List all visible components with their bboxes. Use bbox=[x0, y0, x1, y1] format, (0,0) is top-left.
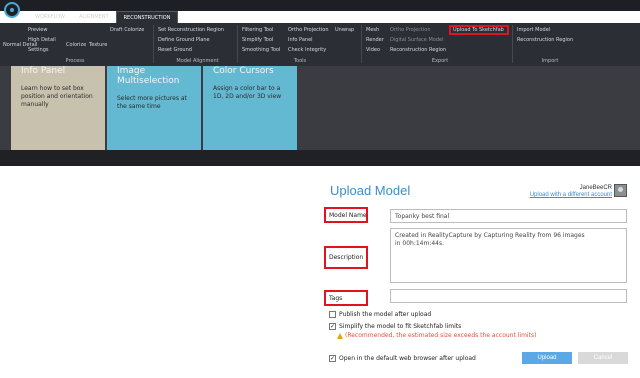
draft-colorize-button[interactable]: Draft Colorize bbox=[110, 27, 144, 33]
define-ground-plane-button[interactable]: Define Ground Plane bbox=[158, 37, 210, 43]
group-process-label: Process bbox=[65, 58, 85, 64]
render-button[interactable]: Render bbox=[366, 37, 384, 43]
check-integrity-button[interactable]: Check Integrity bbox=[288, 47, 326, 53]
group-model-alignment-label: Model Alignment bbox=[176, 58, 219, 64]
unwrap-button[interactable]: Unwrap bbox=[335, 27, 354, 33]
tip-card-description: Select more pictures at the same time bbox=[117, 95, 187, 110]
description-textarea[interactable]: Created in RealityCapture by Capturing R… bbox=[390, 228, 627, 283]
set-reconstruction-region-button[interactable]: Set Reconstruction Region bbox=[158, 27, 224, 33]
reset-ground-button[interactable]: Reset Ground bbox=[158, 47, 192, 53]
workspace-footer bbox=[0, 150, 640, 166]
normal-detail-button[interactable]: Normal Detail bbox=[3, 42, 37, 48]
tab-bar: WORKFLOW ALIGNMENT RECONSTRUCTION bbox=[28, 11, 179, 23]
import-model-button[interactable]: Import Model bbox=[517, 27, 550, 33]
warning-icon bbox=[337, 333, 343, 339]
cancel-button[interactable]: Cancel bbox=[578, 352, 628, 364]
tip-card-color-cursors[interactable]: Color Cursors Assign a color bar to a 1D… bbox=[203, 66, 297, 150]
ortho-projection-button[interactable]: Ortho Projection bbox=[288, 27, 329, 33]
preview-button[interactable]: Preview bbox=[28, 27, 47, 33]
different-account-link[interactable]: Upload with a different account bbox=[530, 192, 612, 198]
model-name-label: Model Name bbox=[329, 212, 367, 219]
simplify-tool-button[interactable]: Simplify Tool bbox=[242, 37, 273, 43]
ribbon: Normal Detail Preview High Detail Settin… bbox=[0, 23, 640, 66]
tip-card-image-multiselection[interactable]: Image Multiselection Select more picture… bbox=[107, 66, 201, 150]
reconstruction-region-import-button[interactable]: Reconstruction Region bbox=[517, 37, 573, 43]
open-browser-label: Open in the default web browser after up… bbox=[339, 355, 476, 362]
model-name-input[interactable]: Topanky best final bbox=[390, 209, 627, 223]
tip-card-info-panel[interactable]: Info Panel Learn how to set box position… bbox=[11, 66, 105, 150]
group-export-label: Export bbox=[431, 58, 449, 64]
tab-workflow[interactable]: WORKFLOW bbox=[28, 11, 72, 23]
dialog-title: Upload Model bbox=[330, 183, 411, 198]
tip-card-description: Assign a color bar to a 1D, 2D and/or 3D… bbox=[213, 85, 282, 100]
tip-card-title: Image Multiselection bbox=[117, 66, 180, 86]
app-root: WORKFLOW ALIGNMENT RECONSTRUCTION Normal… bbox=[0, 0, 640, 378]
colorize-button[interactable]: Colorize bbox=[66, 42, 86, 48]
ortho-projection-export-button[interactable]: Ortho Projection bbox=[390, 27, 431, 33]
mesh-export-button[interactable]: Mesh bbox=[366, 27, 379, 33]
description-label: Description bbox=[329, 254, 364, 261]
group-tools-label: Tools bbox=[293, 58, 307, 64]
upload-highlight-box bbox=[449, 25, 509, 35]
publish-checkbox[interactable] bbox=[329, 311, 336, 318]
upload-button[interactable]: Upload bbox=[522, 352, 572, 364]
filtering-tool-button[interactable]: Filtering Tool bbox=[242, 27, 273, 33]
reconstruction-region-export-button[interactable]: Reconstruction Region bbox=[390, 47, 446, 53]
avatar bbox=[614, 184, 627, 197]
settings-button[interactable]: Settings bbox=[28, 47, 49, 53]
tab-alignment[interactable]: ALIGNMENT bbox=[72, 11, 116, 23]
publish-label: Publish the model after upload bbox=[339, 311, 432, 318]
tags-input[interactable] bbox=[390, 289, 627, 303]
open-browser-checkbox[interactable]: ✓ bbox=[329, 355, 336, 362]
tip-card-title: Color Cursors bbox=[213, 66, 274, 76]
tags-label: Tags bbox=[329, 295, 343, 302]
account-name: JaneBeeCR bbox=[579, 185, 612, 191]
texture-button[interactable]: Texture bbox=[89, 42, 107, 48]
title-bar bbox=[0, 0, 640, 11]
warning-text: (Recommended, the estimated size exceeds… bbox=[345, 332, 537, 339]
simplify-checkbox[interactable]: ✓ bbox=[329, 323, 336, 330]
video-button[interactable]: Video bbox=[366, 47, 380, 53]
tab-reconstruction[interactable]: RECONSTRUCTION bbox=[115, 11, 179, 23]
high-detail-button[interactable]: High Detail bbox=[28, 37, 56, 43]
simplify-label: Simplify the model to fit Sketchfab limi… bbox=[339, 323, 462, 330]
digital-surface-model-button[interactable]: Digital Surface Model bbox=[390, 37, 443, 43]
group-import-label: Import bbox=[541, 58, 559, 64]
app-logo-icon[interactable] bbox=[4, 2, 20, 18]
tip-card-description: Learn how to set box position and orient… bbox=[21, 85, 93, 108]
smoothing-tool-button[interactable]: Smoothing Tool bbox=[242, 47, 280, 53]
info-panel-button[interactable]: Info Panel bbox=[288, 37, 313, 43]
tip-card-title: Info Panel bbox=[21, 66, 66, 76]
